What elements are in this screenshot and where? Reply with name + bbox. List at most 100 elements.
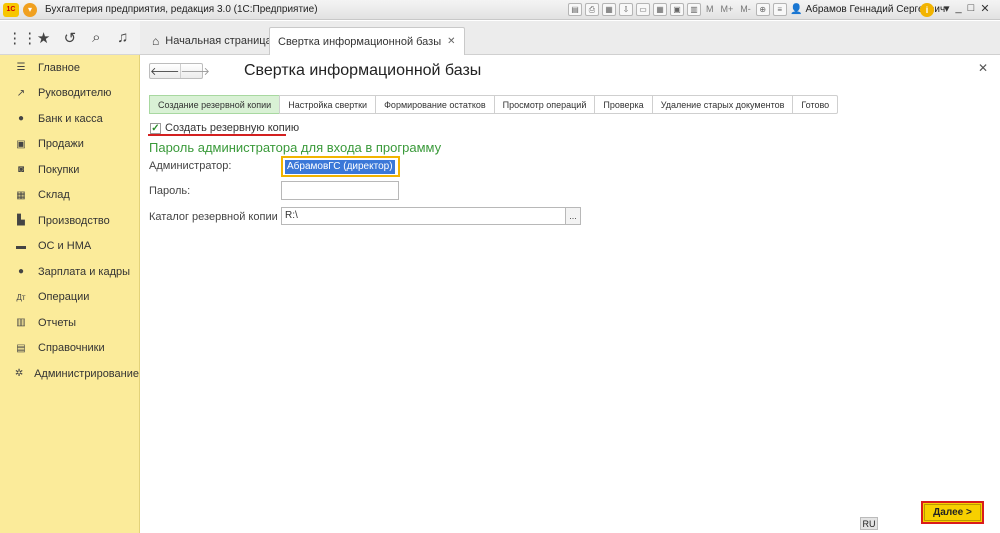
title-bar: 1С ▾ Бухгалтерия предприятия, редакция 3… [0,0,1000,20]
sidebar-item-operations[interactable]: Дт Операции [0,285,139,311]
trend-icon: ↗ [16,87,26,99]
download-icon[interactable]: ⇩ [619,3,633,16]
tab-rollup[interactable]: Свертка информационной базы ✕ [269,27,465,55]
backup-checkbox-row[interactable]: ✓ Создать резервную копию [150,122,299,134]
step-delete-docs[interactable]: Удаление старых документов [651,95,793,114]
calendar-icon[interactable]: ▣ [670,3,684,16]
memory-minus-button[interactable]: M- [738,3,753,16]
apps-grid-icon[interactable]: ⋮⋮ [7,29,37,47]
sidebar-item-label: Банк и касса [38,112,103,125]
bell-icon[interactable]: ♫ [113,29,133,46]
tab-close-icon[interactable]: ✕ [447,36,455,47]
tab-home[interactable]: ⌂ Начальная страница [144,27,280,55]
page-title: Свертка информационной базы [244,62,482,79]
next-button[interactable]: Далее > [921,501,984,524]
menu-lines-icon: ☰ [16,62,26,74]
close-icon[interactable]: ✕ [980,2,989,15]
quick-toolbar: ⋮⋮ ★ ↺ ⌕ ♫ [0,21,140,55]
sidebar-item-label: ОС и НМА [38,240,92,253]
step-balances[interactable]: Формирование остатков [375,95,494,114]
person-icon: ● [17,266,25,278]
star-icon[interactable]: ★ [34,29,54,47]
sidebar-item-label: Справочники [38,342,105,355]
highlight-underline [148,134,286,136]
info-icon[interactable]: i [920,3,934,17]
memory-m-button[interactable]: M [704,3,716,16]
admin-label: Администратор: [149,160,232,172]
maximize-icon[interactable]: □ [968,2,975,15]
sidebar: ☰ Главное ↗ Руководителю ● Банк и касса ▣ Пр… [0,55,140,533]
sidebar-item-production[interactable]: ▙ Производство [0,208,139,234]
sidebar-item-label: Продажи [38,138,84,151]
gear-icon: ✲ [14,368,24,380]
sidebar-item-catalogs[interactable]: ▤ Справочники [0,336,139,362]
main-menu-button[interactable]: ▾ [23,2,37,17]
minimize-icon[interactable]: _ [956,2,962,15]
step-review[interactable]: Просмотр операций [493,95,595,114]
sidebar-item-reports[interactable]: ▥ Отчеты [0,310,139,336]
sidebar-item-main[interactable]: ☰ Главное [0,55,139,81]
calculator-icon[interactable]: ▥ [687,3,701,16]
tabs-bar: ⌂ Начальная страница Свертка информацион… [140,21,1000,55]
sidebar-item-label: Отчеты [38,316,77,329]
sidebar-item-label: Производство [38,214,110,227]
section-title: Пароль администратора для входа в програ… [149,140,442,155]
sidebar-item-sales[interactable]: ▣ Продажи [0,132,139,158]
history-icon[interactable]: ↺ [60,29,80,47]
forward-arrow-icon[interactable]: 🡒 [179,64,210,78]
sidebar-item-purchases[interactable]: ◙ Покупки [0,157,139,183]
chevron-down-icon[interactable]: ▾ [944,2,950,15]
sidebar-item-bank[interactable]: ● Банк и касса [0,106,139,132]
user-icon: 👤 [790,4,803,15]
window-controls: ▾ _ □ ✕ [944,2,990,15]
step-settings[interactable]: Настройка свертки [279,95,376,114]
admin-field[interactable]: АбрамовГС (директор) [281,156,400,177]
backup-checkbox[interactable]: ✓ [150,122,161,134]
zoom-icon[interactable]: ⊕ [755,3,770,16]
lines-icon[interactable]: ≡ [772,3,787,16]
cart-icon: ▣ [16,138,26,150]
sidebar-item-label: Операции [38,291,90,304]
catalog-field[interactable]: R:\ [281,207,566,225]
password-field[interactable] [281,181,399,200]
step-done[interactable]: Готово [792,95,839,114]
sidebar-item-label: Склад [38,189,70,202]
step-check[interactable]: Проверка [594,95,652,114]
home-icon: ⌂ [152,34,160,48]
backup-checkbox-label: Создать резервную копию [165,122,300,134]
document-icon[interactable]: ▭ [636,3,650,16]
search-icon[interactable]: ⌕ [86,29,106,46]
sidebar-item-label: Покупки [38,163,80,176]
memory-plus-button[interactable]: M+ [719,3,736,16]
save-icon[interactable]: ▤ [568,3,582,16]
step-backup[interactable]: Создание резервной копии [149,95,280,114]
preview-icon[interactable]: ▦ [602,3,616,16]
admin-value: АбрамовГС (директор) [285,160,395,174]
ruble-icon: ● [17,113,25,125]
catalog-label: Каталог резервной копии ИБ: [149,211,299,223]
basket-icon: ◙ [17,164,25,176]
form-close-icon[interactable]: ✕ [978,61,988,75]
sidebar-item-admin[interactable]: ✲ Администрирование [0,361,139,387]
sidebar-item-salary[interactable]: ● Зарплата и кадры [0,259,139,285]
back-arrow-icon[interactable]: 🡐 [150,64,180,78]
sidebar-item-label: Руководителю [38,87,112,100]
sidebar-item-manager[interactable]: ↗ Руководителю [0,81,139,107]
warehouse-icon: ▦ [16,189,26,201]
sidebar-item-label: Зарплата и кадры [38,265,131,278]
sidebar-item-assets[interactable]: ▬ ОС и НМА [0,234,139,260]
sidebar-item-label: Главное [38,61,81,74]
tab-home-label: Начальная страница [165,35,272,47]
app-title: Бухгалтерия предприятия, редакция 3.0 (1… [45,4,318,15]
books-icon: ▤ [16,342,26,354]
print-icon[interactable]: ⎙ [585,3,599,16]
app-logo-icon: 1С [3,2,19,17]
catalog-select-button[interactable]: ... [565,207,581,225]
truck-icon: ▬ [16,240,26,252]
table-icon[interactable]: ▦ [653,3,667,16]
sidebar-item-warehouse[interactable]: ▦ Склад [0,183,139,209]
bar-chart-icon: ▥ [16,317,26,329]
language-indicator: RU [860,517,878,530]
factory-icon: ▙ [17,215,25,227]
tab-rollup-label: Свертка информационной базы [278,35,442,48]
